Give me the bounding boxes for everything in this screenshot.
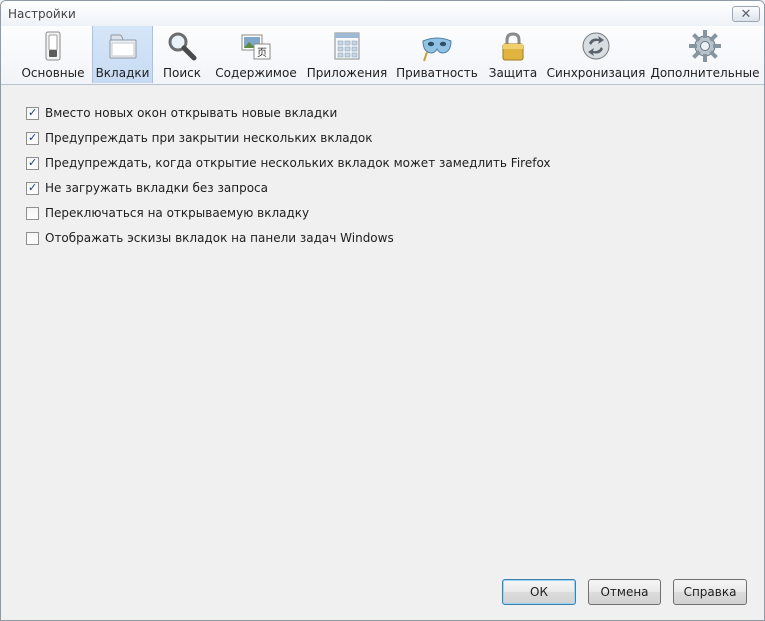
preferences-pane-toolbar: Основные Вкладки Поиск 页 Содержимое Прил… <box>1 26 764 85</box>
switch-icon <box>45 31 61 61</box>
checkbox[interactable]: ✓ <box>26 155 39 170</box>
preferences-window: Настройки ✕ Основные Вкладки Поиск 页 Сод… <box>0 0 765 621</box>
close-button[interactable]: ✕ <box>732 6 760 22</box>
ok-button[interactable]: ОК <box>502 579 576 605</box>
option-dont-load-tabs-until-selected[interactable]: ✓ Не загружать вкладки без запроса <box>26 179 268 197</box>
checkbox[interactable] <box>26 231 39 245</box>
tab-advanced[interactable]: Дополнительные <box>647 26 763 83</box>
option-warn-close-multiple-tabs[interactable]: ✓ Предупреждать при закрытии нескольких … <box>26 129 373 147</box>
tab-applications[interactable]: Приложения <box>301 26 393 83</box>
option-label: Переключаться на открываемую вкладку <box>45 206 310 220</box>
option-label: Отображать эскизы вкладок на панели зада… <box>45 231 394 245</box>
option-label: Предупреждать, когда открытие нескольких… <box>45 156 551 170</box>
option-switch-to-new-tab[interactable]: Переключаться на открываемую вкладку <box>26 204 309 222</box>
cancel-button[interactable]: Отмена <box>588 579 661 605</box>
tab-content[interactable]: 页 Содержимое <box>211 26 301 83</box>
checkbox[interactable]: ✓ <box>26 130 39 145</box>
tab-label: Содержимое <box>215 66 297 80</box>
tab-sync[interactable]: Синхронизация <box>545 26 647 83</box>
option-open-new-windows-in-tabs[interactable]: ✓ Вместо новых окон открывать новые вкла… <box>26 104 337 122</box>
window-title: Настройки <box>8 7 76 21</box>
magnifier-icon <box>168 32 197 61</box>
tab-label: Дополнительные <box>650 66 760 80</box>
option-warn-slow-firefox[interactable]: ✓ Предупреждать, когда открытие нескольк… <box>26 154 551 172</box>
check-mark-icon: ✓ <box>28 155 38 169</box>
tab-label: Приватность <box>396 66 478 80</box>
tab-label: Вкладки <box>95 66 150 80</box>
option-show-tab-previews-taskbar[interactable]: Отображать эскизы вкладок на панели зада… <box>26 229 394 247</box>
checkbox[interactable] <box>26 206 39 220</box>
sync-icon <box>582 32 610 60</box>
tab-label: Защита <box>488 66 538 80</box>
option-label: Вместо новых окон открывать новые вкладк… <box>45 106 338 120</box>
gear-icon <box>689 30 721 62</box>
title-bar[interactable]: Настройки ✕ <box>1 1 764 27</box>
svg-text:页: 页 <box>257 47 267 59</box>
help-button[interactable]: Справка <box>673 579 747 605</box>
tab-label: Основные <box>21 66 85 80</box>
check-mark-icon: ✓ <box>28 105 38 119</box>
checkbox[interactable]: ✓ <box>26 105 39 120</box>
tab-general[interactable]: Основные <box>14 26 92 83</box>
padlock-icon <box>502 32 524 61</box>
tabs-icon <box>109 34 136 59</box>
option-label: Не загружать вкладки без запроса <box>45 181 268 195</box>
tab-security[interactable]: Защита <box>481 26 545 83</box>
tab-label: Приложения <box>306 66 388 80</box>
option-label: Предупреждать при закрытии нескольких вк… <box>45 131 373 145</box>
check-mark-icon: ✓ <box>28 130 38 144</box>
tabs-pane: ✓ Вместо новых окон открывать новые вкла… <box>1 85 764 620</box>
check-mark-icon: ✓ <box>28 180 38 194</box>
close-icon: ✕ <box>740 7 752 22</box>
tab-label: Синхронизация <box>546 66 646 80</box>
mask-icon <box>422 37 452 62</box>
applications-icon <box>334 32 360 60</box>
content-icon: 页 <box>241 34 271 60</box>
tab-privacy[interactable]: Приватность <box>393 26 481 83</box>
tab-tabs[interactable]: Вкладки <box>92 26 153 83</box>
checkbox[interactable]: ✓ <box>26 180 39 195</box>
tab-label: Поиск <box>162 66 201 80</box>
tab-search[interactable]: Поиск <box>153 26 211 83</box>
